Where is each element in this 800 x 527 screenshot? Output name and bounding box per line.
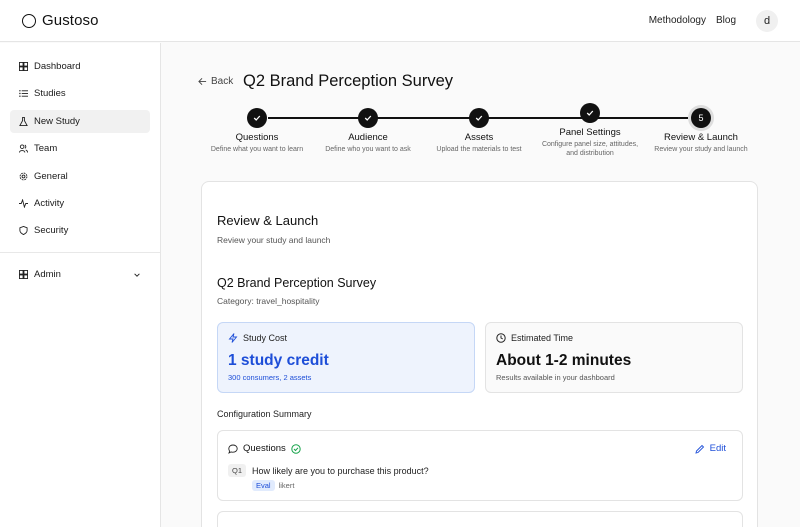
lightning-icon	[228, 333, 238, 343]
step-desc: Review your study and launch	[654, 146, 748, 153]
step-number: 5	[691, 108, 711, 128]
sidebar-item-security[interactable]: Security	[10, 219, 150, 242]
list-icon	[19, 89, 28, 98]
questions-summary: Questions Edit Q1 How likely are you to …	[217, 430, 743, 501]
shield-icon	[19, 226, 28, 236]
step-desc: Define who you want to ask	[325, 146, 411, 153]
users-icon	[19, 144, 28, 153]
avatar[interactable]: d	[756, 9, 778, 32]
sidebar-item-label: Admin	[34, 269, 61, 281]
study-cost-label: Study Cost	[243, 333, 288, 343]
page-title: Q2 Brand Perception Survey	[243, 72, 454, 90]
blog-link[interactable]: Blog	[716, 15, 736, 26]
main-content: Back Q2 Brand Perception Survey Question…	[162, 43, 800, 527]
back-label: Back	[211, 76, 234, 87]
estimated-time-detail: Results available in your dashboard	[496, 373, 615, 382]
study-cost-value: 1 study credit	[228, 352, 329, 369]
step-desc: Upload the materials to test	[436, 146, 522, 153]
study-title: Q2 Brand Perception Survey	[217, 276, 377, 290]
check-circle-icon	[291, 443, 301, 454]
questions-label: Questions	[243, 443, 286, 454]
stepper: Questions Define what you want to learn …	[202, 103, 762, 165]
estimated-time-label: Estimated Time	[511, 333, 574, 343]
sidebar-item-dashboard[interactable]: Dashboard	[10, 55, 150, 78]
top-bar: Gustoso Methodology Blog d	[0, 0, 800, 42]
methodology-link[interactable]: Methodology	[649, 15, 706, 26]
review-card: Review & Launch Review your study and la…	[201, 181, 758, 527]
arrow-left-icon	[198, 78, 207, 85]
edit-label: Edit	[709, 443, 726, 454]
chevron-down-icon[interactable]	[133, 271, 141, 279]
step-label: Panel Settings	[559, 127, 621, 138]
flask-icon	[19, 116, 28, 126]
sidebar-item-label: New Study	[34, 115, 80, 127]
chat-bubble-icon	[228, 444, 238, 454]
check-icon	[247, 108, 267, 128]
sidebar-item-new-study[interactable]: New Study	[10, 109, 150, 133]
dashboard-icon	[19, 62, 28, 71]
sidebar-item-admin[interactable]: Admin	[10, 263, 150, 286]
step-questions[interactable]: Questions Define what you want to learn	[197, 105, 317, 154]
step-panel-settings[interactable]: Panel Settings Configure panel size, att…	[530, 103, 650, 159]
top-nav: Methodology Blog d	[649, 9, 778, 32]
sidebar-item-activity[interactable]: Activity	[10, 192, 150, 215]
step-label: Questions	[235, 132, 279, 143]
eval-badge: Eval	[252, 480, 275, 491]
sidebar-item-label: General	[34, 170, 68, 182]
logo-circle-icon	[22, 13, 36, 28]
step-desc: Configure panel size, attitudes, and dis…	[541, 141, 639, 158]
step-desc: Define what you want to learn	[210, 146, 304, 153]
sidebar-item-label: Team	[34, 143, 58, 155]
step-label: Assets	[464, 132, 494, 143]
app-name: Gustoso	[42, 12, 99, 29]
study-cost-detail: 300 consumers, 2 assets	[228, 373, 312, 382]
estimated-time-box: Estimated Time About 1-2 minutes Results…	[485, 322, 743, 393]
clock-icon	[496, 333, 506, 343]
pencil-icon	[695, 444, 704, 454]
check-icon	[358, 108, 378, 128]
sidebar-item-general[interactable]: General	[10, 165, 150, 188]
study-category: Category: travel_hospitality	[217, 296, 320, 306]
config-summary-title: Configuration Summary	[217, 409, 312, 419]
step-label: Review & Launch	[664, 132, 738, 143]
check-icon	[580, 103, 600, 123]
check-icon	[469, 108, 489, 128]
review-heading: Review & Launch	[217, 213, 319, 228]
step-label: Audience	[348, 132, 388, 143]
sidebar-item-label: Activity	[34, 197, 65, 209]
gear-icon	[19, 172, 28, 181]
logo[interactable]: Gustoso	[22, 12, 99, 29]
question-text: How likely are you to purchase this prod…	[252, 465, 429, 476]
admin-icon	[19, 270, 28, 280]
sidebar-divider	[0, 252, 160, 254]
sidebar-item-label: Security	[34, 225, 69, 237]
question-meta: Eval likert	[252, 480, 732, 491]
sidebar-item-studies[interactable]: Studies	[10, 82, 150, 105]
question-row: Q1 How likely are you to purchase this p…	[228, 464, 732, 477]
sidebar: Dashboard Studies New Study Team General…	[0, 43, 161, 527]
estimated-time-value: About 1-2 minutes	[496, 352, 632, 369]
step-audience[interactable]: Audience Define who you want to ask	[308, 105, 428, 154]
edit-questions-button[interactable]: Edit	[695, 443, 732, 454]
sidebar-item-team[interactable]: Team	[10, 137, 150, 160]
back-button[interactable]: Back	[198, 76, 233, 87]
sidebar-item-label: Dashboard	[34, 61, 81, 72]
audience-summary	[217, 511, 743, 527]
study-cost-box: Study Cost 1 study credit 300 consumers,…	[217, 322, 475, 393]
question-type: likert	[278, 481, 295, 490]
sidebar-item-label: Studies	[34, 88, 66, 100]
step-assets[interactable]: Assets Upload the materials to test	[419, 105, 539, 154]
review-subheading: Review your study and launch	[217, 235, 331, 245]
question-tag: Q1	[228, 464, 247, 477]
step-review-launch[interactable]: 5 Review & Launch Review your study and …	[641, 105, 761, 154]
activity-icon	[19, 198, 28, 208]
